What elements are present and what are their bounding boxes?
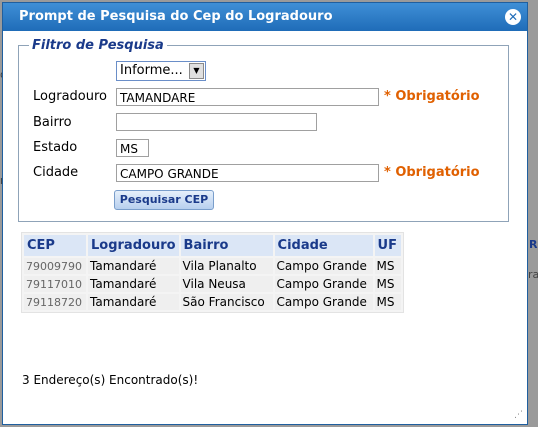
dialog-title: Prompt de Pesquisa do Cep do Logradouro xyxy=(19,9,333,24)
table-row[interactable]: 79009790 Tamandaré Vila Planalto Campo G… xyxy=(24,258,401,274)
cell-bairro: São Francisco xyxy=(180,294,273,310)
cell-cep: 79118720 xyxy=(24,294,86,310)
column-header-logradouro: Logradouro xyxy=(88,235,179,256)
close-icon[interactable]: ✕ xyxy=(505,9,521,25)
cell-bairro: Vila Planalto xyxy=(180,258,273,274)
resize-grip-icon[interactable]: ⋰ xyxy=(514,411,523,420)
dialog-titlebar[interactable]: Prompt de Pesquisa do Cep do Logradouro … xyxy=(3,3,527,31)
cell-cep: 79117010 xyxy=(24,276,86,292)
estado-label: Estado xyxy=(33,140,78,155)
cell-uf: MS xyxy=(374,258,401,274)
table-row[interactable]: 79118720 Tamandaré São Francisco Campo G… xyxy=(24,294,401,310)
cell-logradouro: Tamandaré xyxy=(88,258,179,274)
table-header-row: CEP Logradouro Bairro Cidade UF xyxy=(24,235,401,256)
column-header-bairro: Bairro xyxy=(180,235,273,256)
column-header-uf: UF xyxy=(374,235,401,256)
search-cep-button[interactable]: Pesquisar CEP xyxy=(114,190,214,210)
search-type-select[interactable]: Informe... ▼ xyxy=(116,61,206,81)
estado-input[interactable]: MS xyxy=(116,139,149,157)
chevron-down-icon[interactable]: ▼ xyxy=(189,63,204,79)
cell-cidade: Campo Grande xyxy=(274,258,373,274)
cell-bairro: Vila Neusa xyxy=(180,276,273,292)
logradouro-input[interactable]: TAMANDARE xyxy=(116,88,379,106)
results-count-status: 3 Endereço(s) Encontrado(s)! xyxy=(22,373,199,387)
search-type-value: Informe... xyxy=(120,63,183,78)
cidade-required-note: * Obrigatório xyxy=(384,165,480,180)
cell-cidade: Campo Grande xyxy=(274,294,373,310)
background-text: ra xyxy=(528,268,538,281)
cell-logradouro: Tamandaré xyxy=(88,294,179,310)
column-header-cidade: Cidade xyxy=(274,235,373,256)
cell-cidade: Campo Grande xyxy=(274,276,373,292)
bairro-input[interactable] xyxy=(116,113,317,131)
logradouro-label: Logradouro xyxy=(33,89,107,104)
cell-cep: 79009790 xyxy=(24,258,86,274)
filter-legend: Filtro de Pesquisa xyxy=(32,38,164,53)
cell-logradouro: Tamandaré xyxy=(88,276,179,292)
results-table: CEP Logradouro Bairro Cidade UF 79009790… xyxy=(21,232,404,313)
background-text: R xyxy=(529,238,538,251)
cell-uf: MS xyxy=(374,276,401,292)
cidade-input[interactable]: CAMPO GRANDE xyxy=(116,164,379,182)
cidade-label: Cidade xyxy=(33,165,79,180)
logradouro-required-note: * Obrigatório xyxy=(384,89,480,104)
table-row[interactable]: 79117010 Tamandaré Vila Neusa Campo Gran… xyxy=(24,276,401,292)
search-dialog: Prompt de Pesquisa do Cep do Logradouro … xyxy=(2,2,528,425)
bairro-label: Bairro xyxy=(33,115,72,130)
cell-uf: MS xyxy=(374,294,401,310)
column-header-cep: CEP xyxy=(24,235,86,256)
